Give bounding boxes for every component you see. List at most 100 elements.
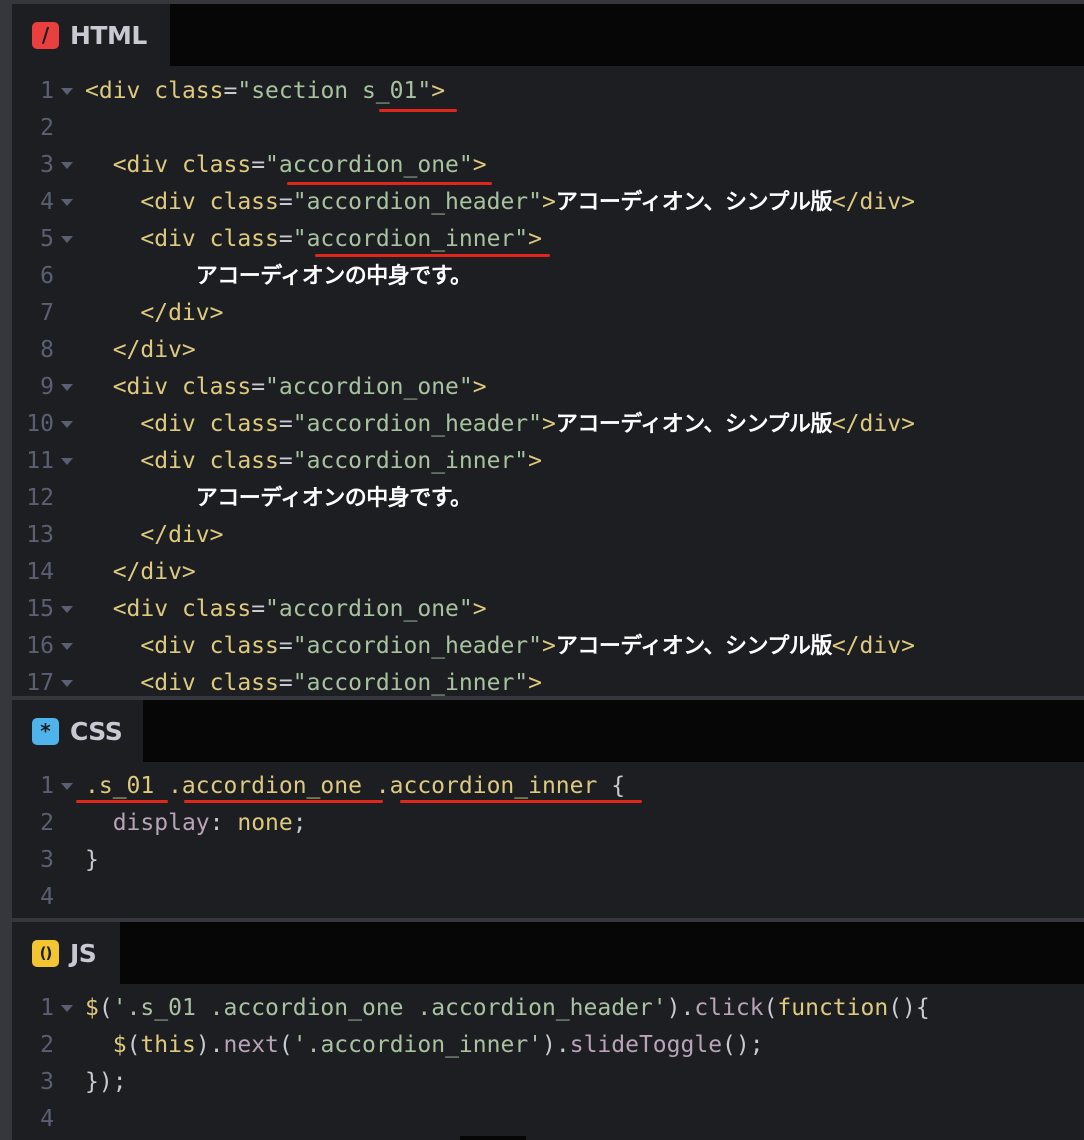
code-line[interactable]: 1 $('.s_01 .accordion_one .accordion_head…: [12, 990, 1084, 1027]
resize-gutter[interactable]: [0, 0, 12, 1140]
fold-arrow-icon[interactable]: [61, 421, 73, 428]
css-code-area[interactable]: 1 .s_01 .accordion_one .accordion_inner {…: [12, 768, 1084, 918]
code-line[interactable]: 12 アコーディオンの中身です。: [12, 480, 1084, 517]
code-line[interactable]: 3}: [12, 842, 1084, 879]
code-token: =: [278, 670, 293, 696]
html-panel-tab[interactable]: / HTML: [12, 4, 170, 66]
code-line[interactable]: 3 <div class="accordion_one">: [12, 147, 1084, 184]
code-token: "accordion_inner": [292, 226, 529, 252]
fold-arrow-icon[interactable]: [61, 1005, 73, 1012]
fold-arrow-icon[interactable]: [61, 680, 73, 687]
code-line[interactable]: 13 </div>: [12, 517, 1084, 554]
code-text: <div class="accordion_one">: [85, 591, 487, 628]
code-token: アコーディオン、シンプル版: [555, 634, 832, 659]
code-token: "accordion_one": [265, 152, 473, 178]
code-token: >: [541, 189, 556, 215]
code-text: アコーディオンの中身です。: [85, 258, 472, 295]
fold-arrow-icon[interactable]: [61, 643, 73, 650]
code-token: ;: [292, 810, 307, 836]
code-token: "accordion_one": [265, 374, 473, 400]
code-token: class: [209, 226, 279, 252]
fold-arrow-icon[interactable]: [61, 88, 73, 95]
code-line[interactable]: 5 <div class="accordion_inner">: [12, 221, 1084, 258]
code-line[interactable]: 7 </div>: [12, 295, 1084, 332]
code-token: >: [472, 152, 487, 178]
code-line[interactable]: 15 <div class="accordion_one">: [12, 591, 1084, 628]
code-token: ();: [722, 1032, 764, 1058]
fold-arrow-icon[interactable]: [61, 783, 73, 790]
html-panel-header: / HTML: [12, 4, 1084, 66]
js-badge-icon: (): [32, 939, 59, 967]
html-code-area[interactable]: 1 <div class="section s_01"> 2 3 <div class…: [12, 73, 1084, 696]
code-token: });: [85, 1069, 127, 1095]
css-annotation-underline: [184, 800, 383, 803]
code-token: </div>: [85, 300, 224, 326]
css-badge-icon: *: [32, 717, 59, 745]
html-badge-icon: /: [32, 21, 59, 49]
code-line[interactable]: 2 display: none;: [12, 805, 1084, 842]
line-number: 14: [26, 559, 54, 585]
code-text: display: none;: [85, 805, 307, 842]
code-token: class: [209, 448, 279, 474]
fold-arrow-icon[interactable]: [61, 606, 73, 613]
code-token: click: [694, 995, 764, 1021]
code-token: </div>: [85, 337, 196, 363]
code-token: <div: [85, 596, 182, 622]
code-line[interactable]: 6 アコーディオンの中身です。: [12, 258, 1084, 295]
code-token: ).: [542, 1032, 570, 1058]
code-text: <div class="accordion_one">: [85, 369, 487, 406]
code-token: none: [237, 810, 293, 836]
code-token: </div>: [831, 633, 915, 659]
code-line[interactable]: 17 <div class="accordion_inner">: [12, 665, 1084, 696]
line-number: 3: [40, 847, 54, 873]
line-number: 6: [40, 263, 54, 289]
code-line[interactable]: 1 <div class="section s_01">: [12, 73, 1084, 110]
code-line[interactable]: 4 <div class="accordion_header">アコーディオン、…: [12, 184, 1084, 221]
code-token: =: [251, 152, 266, 178]
code-token: class: [154, 78, 224, 104]
code-line[interactable]: 11 <div class="accordion_inner">: [12, 443, 1084, 480]
code-token: </div>: [85, 559, 196, 585]
css-panel-tab[interactable]: * CSS: [12, 700, 143, 762]
code-token: <div: [85, 152, 182, 178]
line-number: 12: [26, 485, 54, 511]
fold-arrow-icon[interactable]: [61, 384, 73, 391]
code-line[interactable]: 2: [12, 110, 1084, 147]
fold-arrow-icon[interactable]: [61, 162, 73, 169]
code-line[interactable]: 2 $(this).next('.accordion_inner').slide…: [12, 1027, 1084, 1064]
code-line[interactable]: 3});: [12, 1064, 1084, 1101]
code-line[interactable]: 8 </div>: [12, 332, 1084, 369]
code-line[interactable]: 4: [12, 1101, 1084, 1138]
js-editor-panel: () JS 1 $('.s_01 .accordion_one .accordio…: [12, 922, 1084, 1140]
code-text: <div class="accordion_inner">: [85, 443, 542, 480]
code-text: </div>: [85, 517, 223, 554]
code-token: >: [528, 670, 542, 696]
js-panel-tab[interactable]: () JS: [12, 922, 120, 984]
code-token: <div: [85, 189, 210, 215]
line-number: 2: [40, 115, 54, 141]
code-line[interactable]: 10 <div class="accordion_header">アコーディオン…: [12, 406, 1084, 443]
js-code-area[interactable]: 1 $('.s_01 .accordion_one .accordion_head…: [12, 990, 1084, 1140]
code-token: >: [528, 448, 542, 474]
line-number: 3: [40, 152, 54, 178]
code-token: <div: [85, 411, 210, 437]
code-text: <div class="accordion_header">アコーディオン、シン…: [85, 406, 915, 443]
fold-arrow-icon[interactable]: [61, 199, 73, 206]
line-number: 4: [40, 189, 54, 215]
code-line[interactable]: 14 </div>: [12, 554, 1084, 591]
fold-arrow-icon[interactable]: [61, 236, 73, 243]
code-token: }: [85, 847, 99, 873]
code-line[interactable]: 4: [12, 879, 1084, 916]
code-token: (: [278, 1032, 293, 1058]
line-number: 4: [40, 884, 54, 910]
html-panel-label: HTML: [70, 20, 147, 50]
code-line[interactable]: 16 <div class="accordion_header">アコーディオン…: [12, 628, 1084, 665]
code-token: =: [223, 78, 238, 104]
code-token: =: [278, 633, 293, 659]
code-line[interactable]: 9 <div class="accordion_one">: [12, 369, 1084, 406]
code-token: slideToggle: [569, 1032, 723, 1058]
css-editor-panel: * CSS 1 .s_01 .accordion_one .accordion_i…: [12, 700, 1084, 918]
code-token: $: [85, 995, 99, 1021]
fold-arrow-icon[interactable]: [61, 458, 73, 465]
